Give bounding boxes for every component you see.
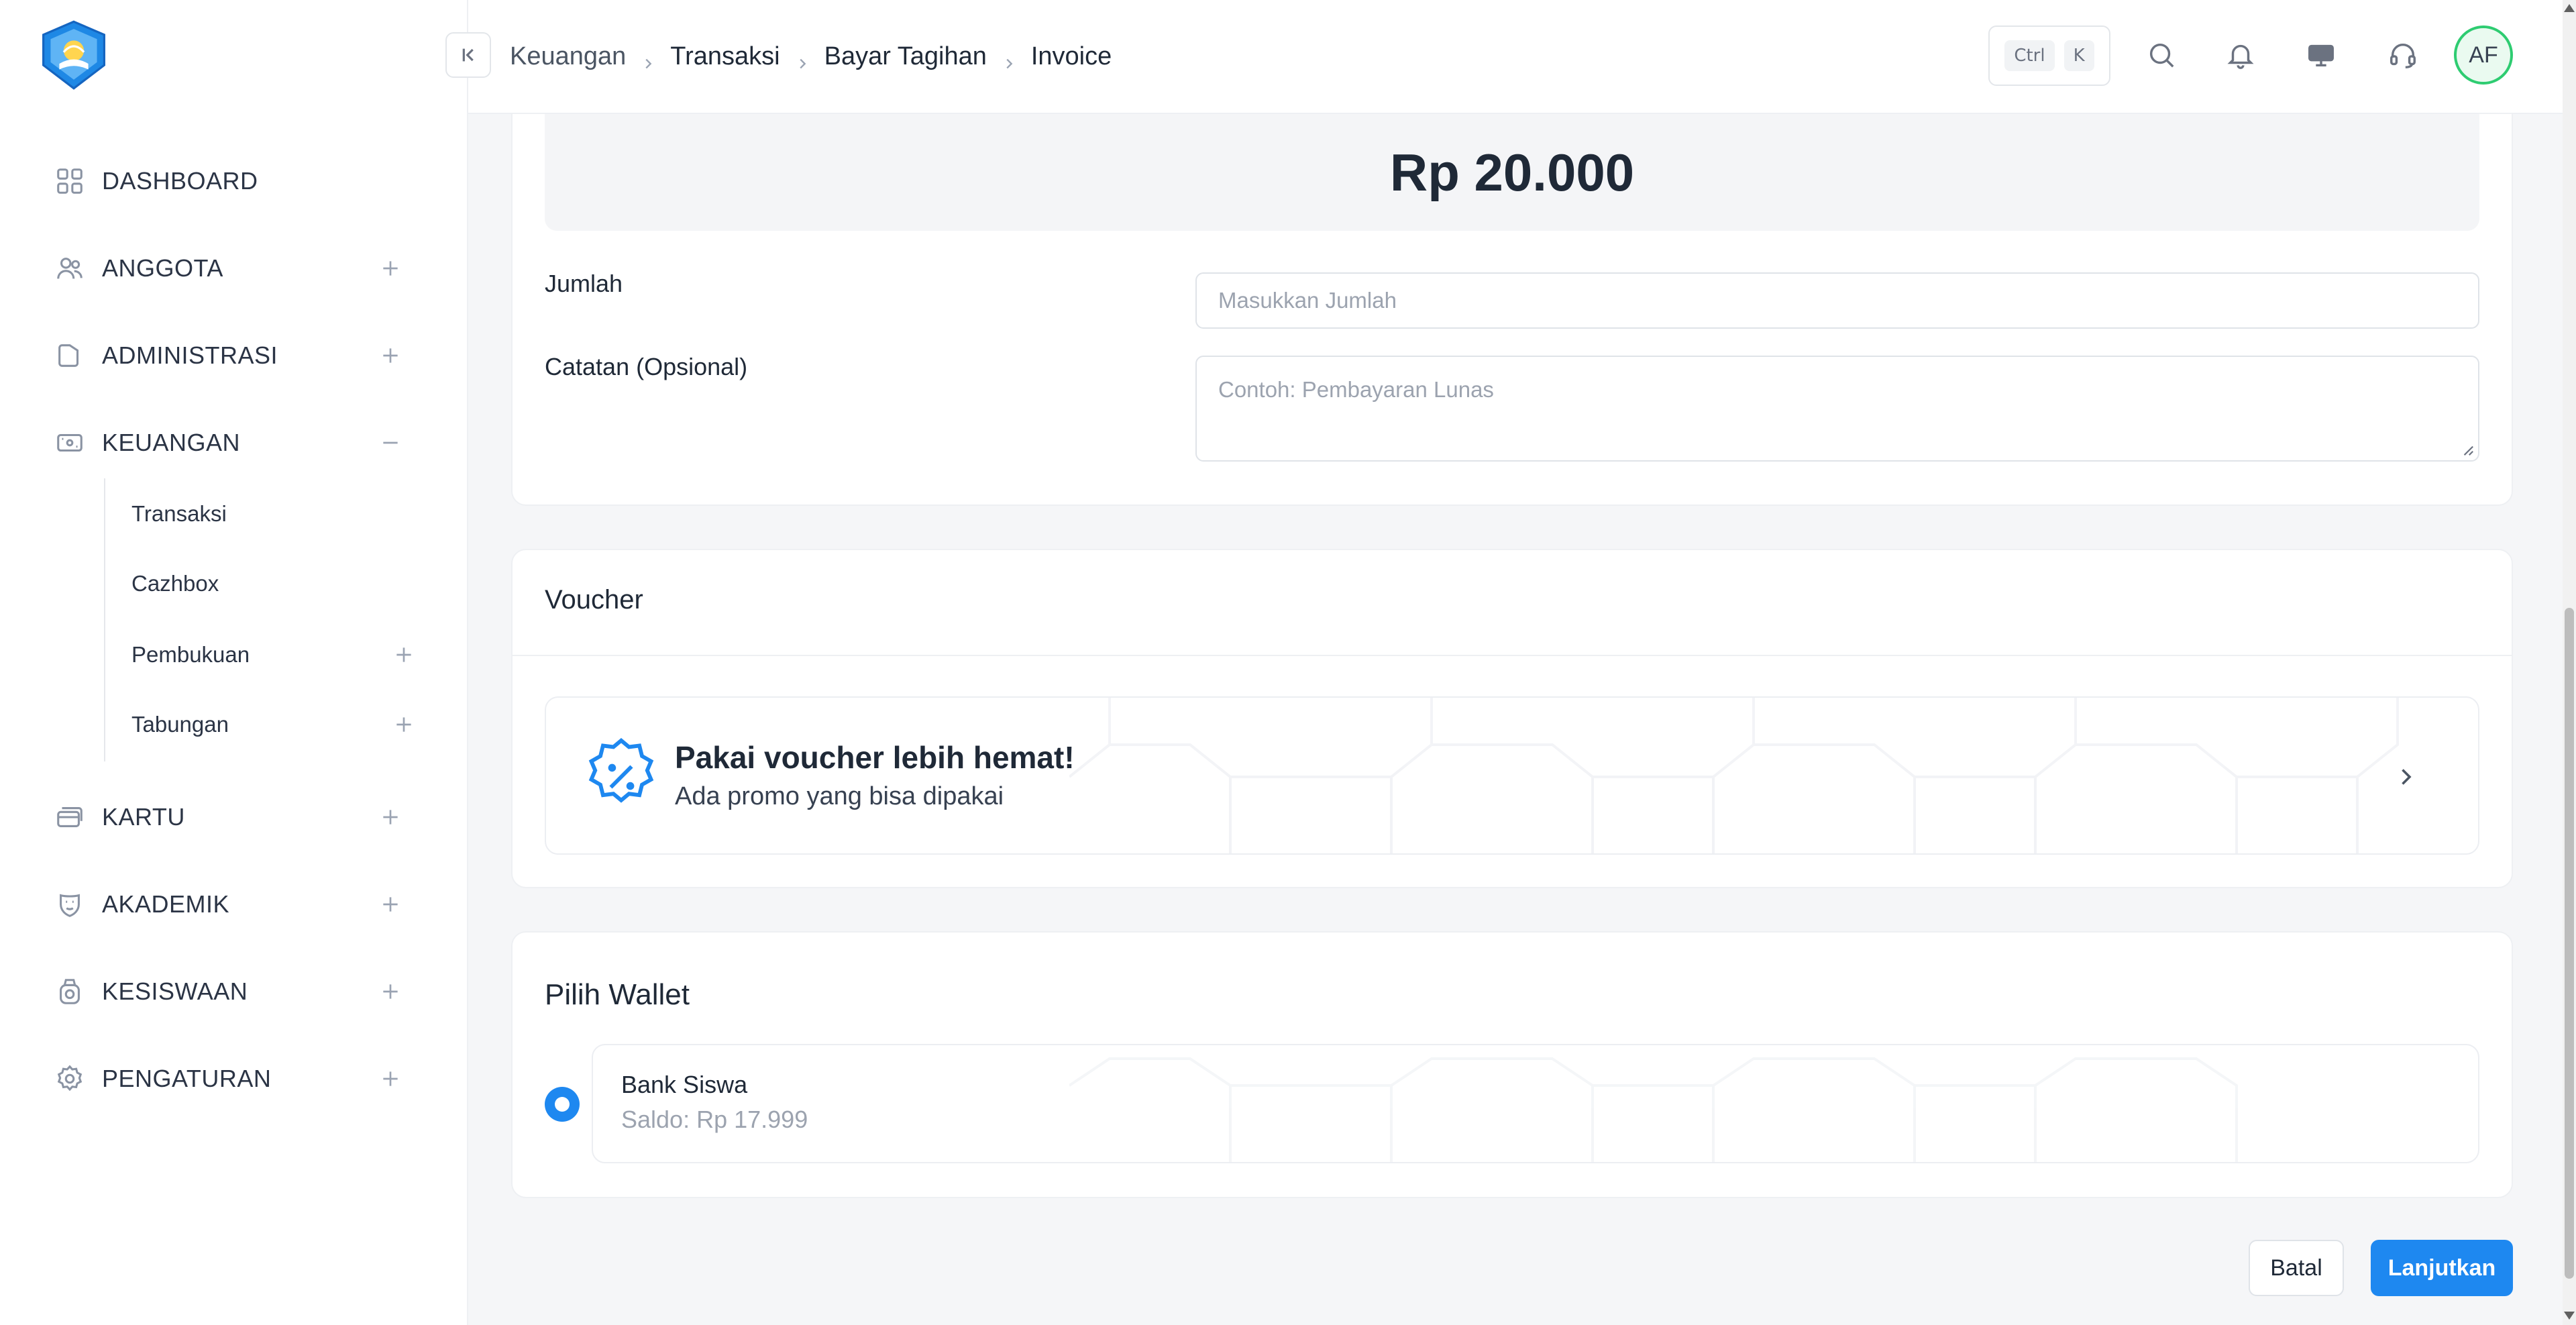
- plus-icon[interactable]: [380, 345, 401, 366]
- breadcrumb-invoice: Invoice: [1030, 42, 1112, 70]
- chevron-right-icon: [1002, 49, 1016, 69]
- hexagon-pattern: [1069, 698, 2399, 853]
- sidebar-item-label: ADMINISTRASI: [102, 341, 278, 369]
- sidebar-subitem-tabungan[interactable]: Tabungan: [131, 706, 415, 743]
- collapse-sidebar-button[interactable]: [445, 32, 491, 78]
- sidebar-subitem-label: Transaksi: [131, 501, 227, 526]
- sidebar-item-akademik[interactable]: AKADEMIK: [52, 884, 415, 924]
- catatan-textarea[interactable]: Contoh: Pembayaran Lunas: [1195, 356, 2479, 462]
- folder-icon: [52, 338, 87, 373]
- sidebar-item-label: DASHBOARD: [102, 167, 258, 195]
- sidebar-item-pengaturan[interactable]: PENGATURAN: [52, 1059, 415, 1099]
- page-scrollbar[interactable]: [2563, 0, 2576, 1325]
- sidebar-item-kartu[interactable]: KARTU: [52, 797, 415, 837]
- kbd-k: K: [2063, 40, 2094, 71]
- plus-icon[interactable]: [380, 894, 401, 915]
- sidebar-subitem-label: Tabungan: [131, 712, 229, 737]
- sidebar-item-dashboard[interactable]: DASHBOARD: [52, 161, 415, 201]
- catatan-placeholder: Contoh: Pembayaran Lunas: [1218, 377, 1494, 402]
- radio-dot: [555, 1097, 570, 1112]
- sidebar-item-label: KESISWAAN: [102, 977, 248, 1005]
- sidebar-item-administrasi[interactable]: ADMINISTRASI: [52, 335, 415, 376]
- wallet-section-title: Pilih Wallet: [545, 978, 690, 1011]
- sidebar-subitem-cazhbox[interactable]: Cazhbox: [131, 565, 415, 602]
- breadcrumb-bayar-tagihan[interactable]: Bayar Tagihan: [824, 42, 987, 71]
- sidebar: DASHBOARD ANGGOTA ADMINISTRASI KEUANGAN …: [0, 0, 468, 1325]
- jumlah-input[interactable]: Masukkan Jumlah: [1195, 272, 2479, 329]
- wallet-option-bank-siswa[interactable]: Bank Siswa Saldo: Rp 17.999: [592, 1044, 2479, 1163]
- sidebar-item-keuangan[interactable]: KEUANGAN: [52, 423, 415, 463]
- resize-handle-icon[interactable]: [2462, 444, 2474, 456]
- cancel-button[interactable]: Batal: [2249, 1240, 2344, 1296]
- headset-icon[interactable]: [2381, 34, 2424, 76]
- sidebar-item-label: AKADEMIK: [102, 890, 230, 918]
- mask-icon: [52, 887, 87, 922]
- sidebar-item-anggota[interactable]: ANGGOTA: [52, 248, 415, 288]
- voucher-divider: [511, 655, 2513, 656]
- plus-icon[interactable]: [380, 806, 401, 828]
- collapse-left-icon: [462, 48, 474, 62]
- sidebar-item-label: KARTU: [102, 803, 185, 831]
- badge-icon: [52, 974, 87, 1009]
- wallet-icon: [52, 425, 87, 460]
- users-icon: [52, 251, 87, 286]
- discount-badge-icon: [588, 737, 654, 803]
- submenu-guide-line: [104, 478, 105, 761]
- plus-icon[interactable]: [380, 1068, 401, 1090]
- cards-icon: [52, 800, 87, 835]
- plus-icon[interactable]: [380, 258, 401, 279]
- tut-wuri-handayani-logo[interactable]: [38, 19, 110, 91]
- minus-icon[interactable]: [380, 432, 401, 454]
- voucher-subtitle: Ada promo yang bisa dipakai: [675, 782, 1004, 810]
- wallet-radio-selected[interactable]: [545, 1087, 580, 1122]
- monitor-icon[interactable]: [2300, 34, 2343, 76]
- scroll-up-arrow-icon[interactable]: [2564, 4, 2575, 12]
- grid-icon: [52, 164, 87, 199]
- wallet-name: Bank Siswa: [621, 1071, 748, 1098]
- breadcrumb-transaksi[interactable]: Transaksi: [670, 42, 780, 71]
- sidebar-subitem-pembukuan[interactable]: Pembukuan: [131, 636, 415, 674]
- sidebar-item-kesiswaan[interactable]: KESISWAAN: [52, 971, 415, 1012]
- sidebar-item-label: ANGGOTA: [102, 254, 223, 282]
- catatan-label: Catatan (Opsional): [545, 353, 748, 380]
- chevron-right-icon: [795, 49, 810, 69]
- voucher-section-title: Voucher: [545, 585, 643, 615]
- breadcrumb: Keuangan Transaksi Bayar Tagihan Invoice: [510, 38, 1112, 75]
- plus-icon[interactable]: [393, 644, 415, 666]
- scroll-thumb[interactable]: [2565, 608, 2574, 1279]
- command-palette-shortcut[interactable]: Ctrl K: [1988, 25, 2110, 86]
- kbd-ctrl: Ctrl: [2004, 40, 2055, 71]
- chevron-right-icon: [641, 49, 655, 69]
- top-header: Keuangan Transaksi Bayar Tagihan Invoice…: [445, 0, 2563, 114]
- sidebar-subitem-label: Cazhbox: [131, 571, 219, 596]
- jumlah-placeholder: Masukkan Jumlah: [1218, 288, 1397, 313]
- gear-icon: [52, 1061, 87, 1096]
- bell-icon[interactable]: [2219, 34, 2262, 76]
- voucher-banner[interactable]: Pakai voucher lebih hemat! Ada promo yan…: [545, 696, 2479, 855]
- sidebar-subitem-transaksi[interactable]: Transaksi: [131, 495, 415, 533]
- sidebar-item-label: PENGATURAN: [102, 1065, 272, 1092]
- wallet-balance: Saldo: Rp 17.999: [621, 1106, 808, 1133]
- scroll-down-arrow-icon[interactable]: [2564, 1312, 2575, 1320]
- avatar[interactable]: AF: [2454, 25, 2513, 85]
- payment-amount: Rp 20.000: [545, 114, 2479, 231]
- breadcrumb-keuangan[interactable]: Keuangan: [510, 42, 626, 71]
- sidebar-item-label: KEUANGAN: [102, 429, 241, 456]
- jumlah-label: Jumlah: [545, 270, 623, 297]
- continue-button[interactable]: Lanjutkan: [2371, 1240, 2513, 1296]
- chevron-right-icon[interactable]: [2394, 765, 2418, 789]
- voucher-title: Pakai voucher lebih hemat!: [675, 740, 1075, 775]
- hexagon-pattern: [1069, 1057, 2238, 1162]
- plus-icon[interactable]: [380, 981, 401, 1002]
- search-icon[interactable]: [2140, 34, 2183, 76]
- sidebar-subitem-label: Pembukuan: [131, 642, 250, 667]
- plus-icon[interactable]: [393, 714, 415, 735]
